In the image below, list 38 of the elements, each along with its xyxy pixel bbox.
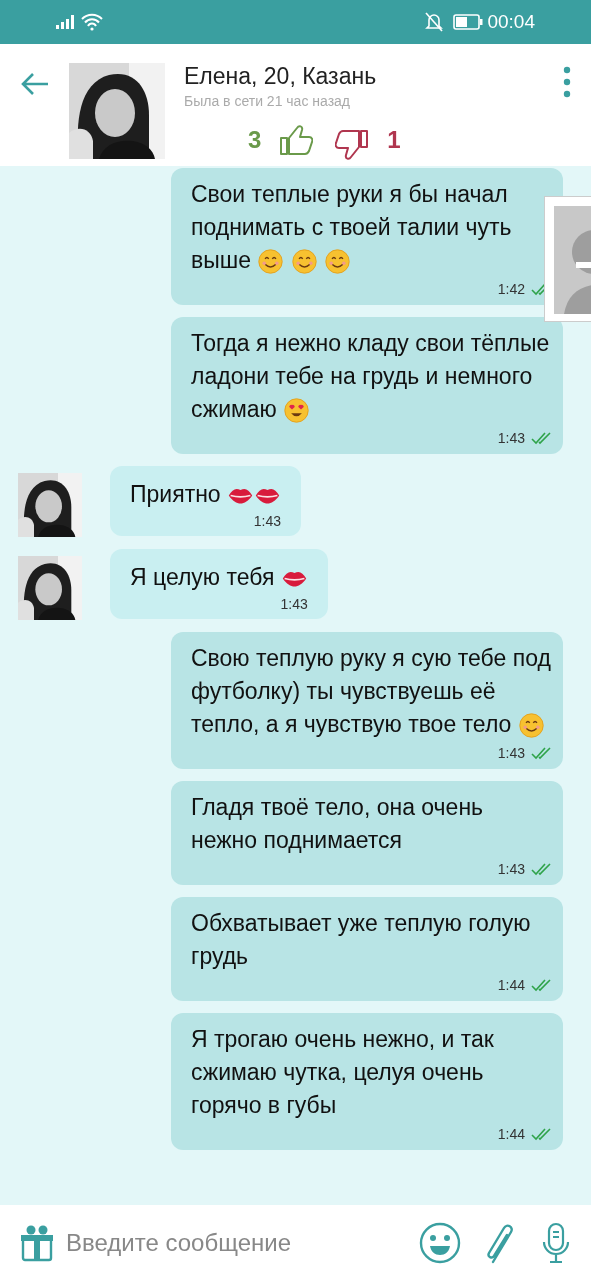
- clock-time: 00:04: [487, 9, 535, 34]
- thumbs-down-icon[interactable]: [335, 129, 370, 161]
- message-text: Я целую тебя: [130, 561, 308, 594]
- microphone-icon[interactable]: [541, 1221, 571, 1264]
- menu-icon[interactable]: [563, 66, 571, 98]
- message-text: Обхватывает уже теплую голую грудь: [191, 909, 532, 971]
- smiley-icon: [257, 248, 285, 276]
- smiley-icon: [324, 248, 352, 276]
- thumbs-up-icon[interactable]: [279, 124, 314, 156]
- message-text: Приятно: [130, 478, 282, 511]
- gift-icon[interactable]: [20, 1223, 54, 1262]
- smiley-icon: [290, 248, 318, 276]
- message-text: Свою теплую руку я сую тебе под футболку) ты чувствуешь её тепло, а я чувствую твое тело: [191, 642, 551, 741]
- message-text: Тогда я нежно кладу свои тёплые ладони тебе на грудь и немного сжимаю: [191, 327, 551, 426]
- bell-off-icon: [425, 12, 444, 32]
- message-text: Я трогаю очень нежно, и так сжимаю чутка, целуя очень горячо в губы: [191, 1025, 495, 1120]
- message-composer[interactable]: Введите сообщение: [0, 1205, 591, 1280]
- battery-icon: [453, 14, 484, 30]
- emoji-icon[interactable]: [419, 1221, 461, 1264]
- message-input[interactable]: Введите сообщение: [66, 1224, 419, 1261]
- message-text: Гладя твоё тело, она очень нежно поднимается: [191, 793, 485, 855]
- contact-name: Елена, 20, Казань: [184, 62, 378, 91]
- message-time: 1:43: [280, 595, 308, 614]
- message-time: 1:44: [497, 976, 525, 995]
- message-time: 1:43: [497, 860, 525, 879]
- message-time: 1:43: [497, 429, 525, 448]
- last-seen-text: Была в сети 21 час назад: [184, 92, 352, 111]
- heart-eyes-icon: [283, 397, 311, 425]
- signal-icon: [56, 15, 76, 29]
- message-time: 1:43: [253, 512, 282, 531]
- wifi-icon: [80, 13, 104, 31]
- smiley-icon: [517, 712, 545, 740]
- back-arrow-icon[interactable]: [20, 72, 50, 96]
- dislikes-count: 1: [387, 125, 401, 155]
- message-time: 1:43: [497, 744, 525, 763]
- likes-count: 3: [248, 125, 262, 155]
- message-time: 1:44: [497, 1125, 525, 1144]
- message-time: 1:42: [497, 280, 525, 299]
